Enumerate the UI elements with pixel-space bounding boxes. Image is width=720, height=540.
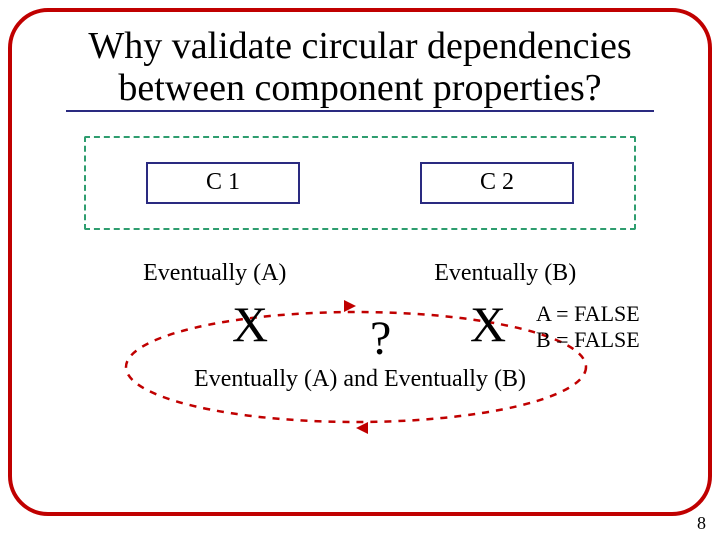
components-group: C 1 C 2 (84, 136, 636, 230)
slide: Why validate circular dependencies betwe… (0, 0, 720, 540)
slide-frame (8, 8, 712, 516)
component-c2: C 2 (420, 162, 574, 204)
question-mark: ? (370, 311, 391, 366)
equality-box: A = FALSE B = FALSE (536, 301, 640, 354)
b-false-text: B = FALSE (536, 327, 640, 353)
x-mark-right: X (470, 295, 506, 353)
x-mark-left: X (232, 295, 268, 353)
component-c1: C 1 (146, 162, 300, 204)
marks-row: X ? X A = FALSE B = FALSE (26, 291, 694, 366)
page-number: 8 (697, 513, 706, 534)
a-false-text: A = FALSE (536, 301, 640, 327)
